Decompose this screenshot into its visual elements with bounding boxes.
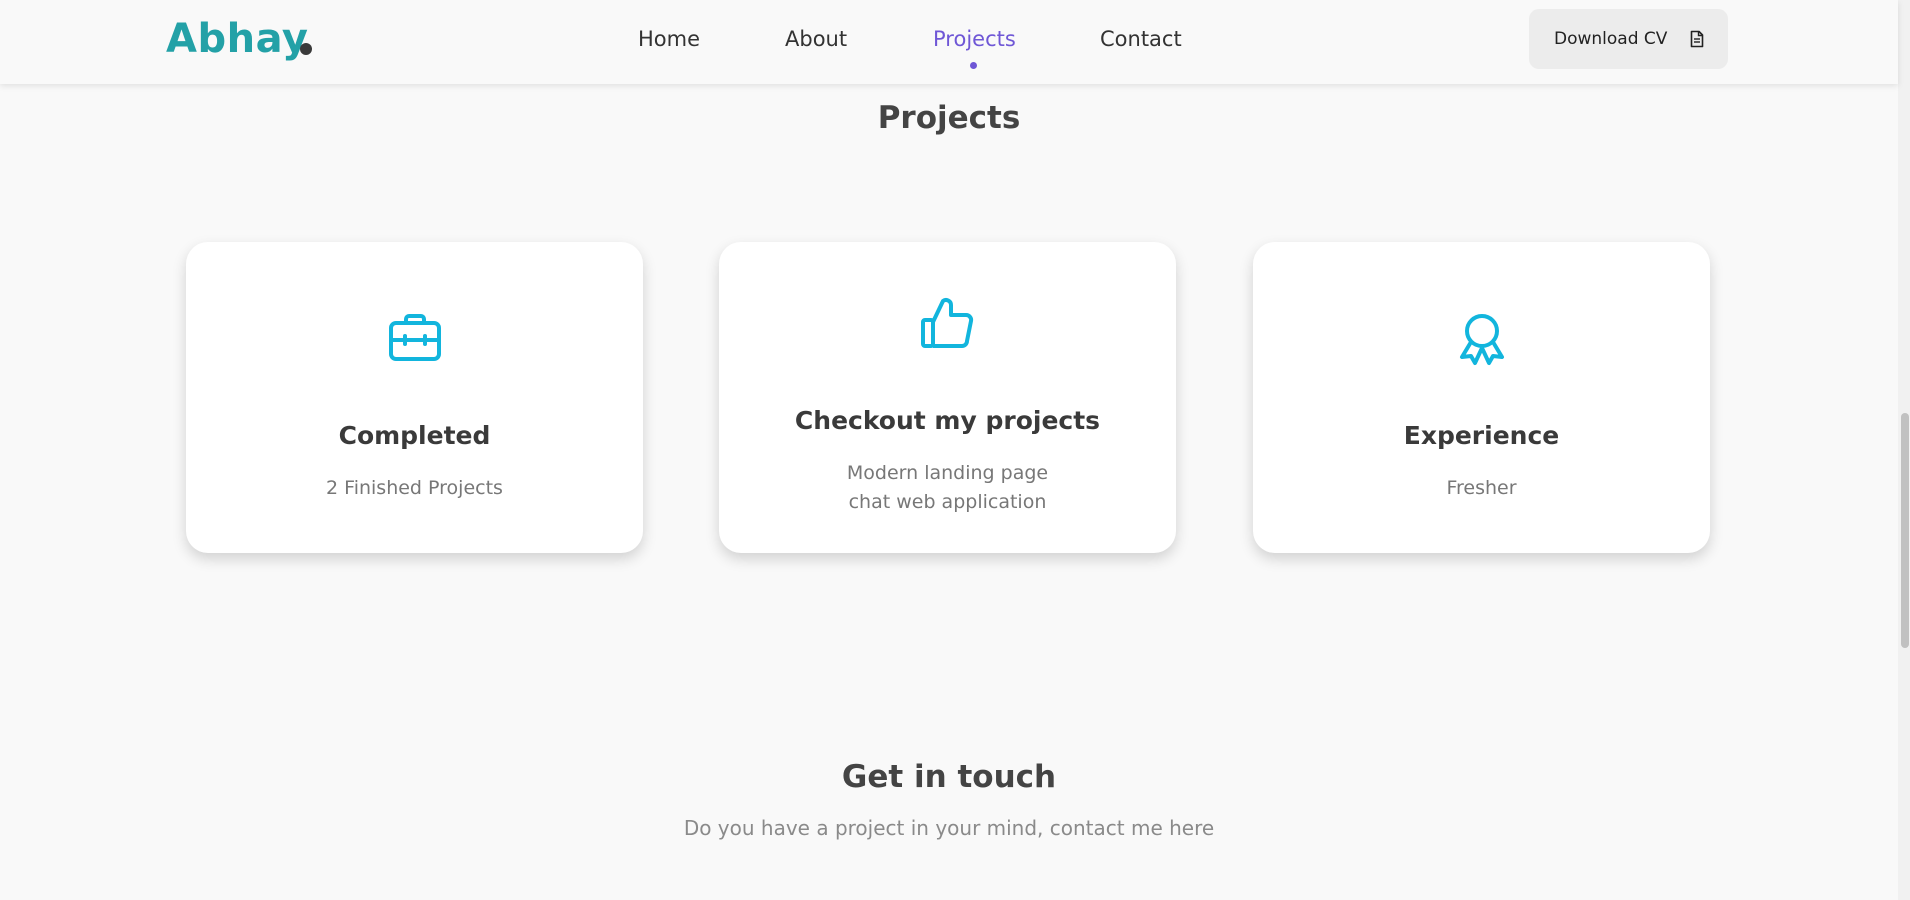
card-text-line: chat web application [848, 491, 1047, 513]
project-card-completed: Completed 2 Finished Projects [186, 242, 643, 553]
project-card-checkout[interactable]: Checkout my projects Modern landing page… [719, 242, 1176, 553]
project-card-experience: Experience Fresher [1253, 242, 1710, 553]
award-icon [1459, 314, 1504, 365]
nav-link-about[interactable]: About [785, 24, 847, 54]
card-title: Experience [1403, 421, 1560, 450]
thumbs-up-icon [920, 298, 973, 348]
download-cv-label: Download CV [1554, 29, 1668, 49]
logo-dot [300, 43, 312, 55]
download-cv-button[interactable]: Download CV [1529, 9, 1728, 69]
active-nav-indicator [970, 62, 977, 69]
nav-link-home[interactable]: Home [638, 24, 700, 54]
document-icon [1690, 30, 1704, 48]
page-scrollbar-thumb[interactable] [1901, 413, 1909, 648]
contact-section-title: Get in touch [841, 759, 1057, 795]
logo[interactable]: Abhay [166, 14, 308, 64]
card-text-line: Modern landing page [846, 462, 1049, 484]
card-title: Completed [338, 421, 491, 450]
nav-link-projects[interactable]: Projects [933, 24, 1016, 54]
card-text: 2 Finished Projects [326, 477, 503, 499]
projects-section-title: Projects [877, 100, 1021, 136]
contact-section-subtitle: Do you have a project in your mind, cont… [683, 816, 1215, 840]
card-text: Modern landing page chat web application [719, 459, 1176, 517]
site-header: Abhay Home About Projects Contact Downlo… [0, 0, 1898, 84]
card-title: Checkout my projects [794, 406, 1101, 435]
briefcase-icon [388, 314, 441, 361]
nav-link-contact[interactable]: Contact [1100, 24, 1182, 54]
card-text: Fresher [1446, 477, 1517, 499]
